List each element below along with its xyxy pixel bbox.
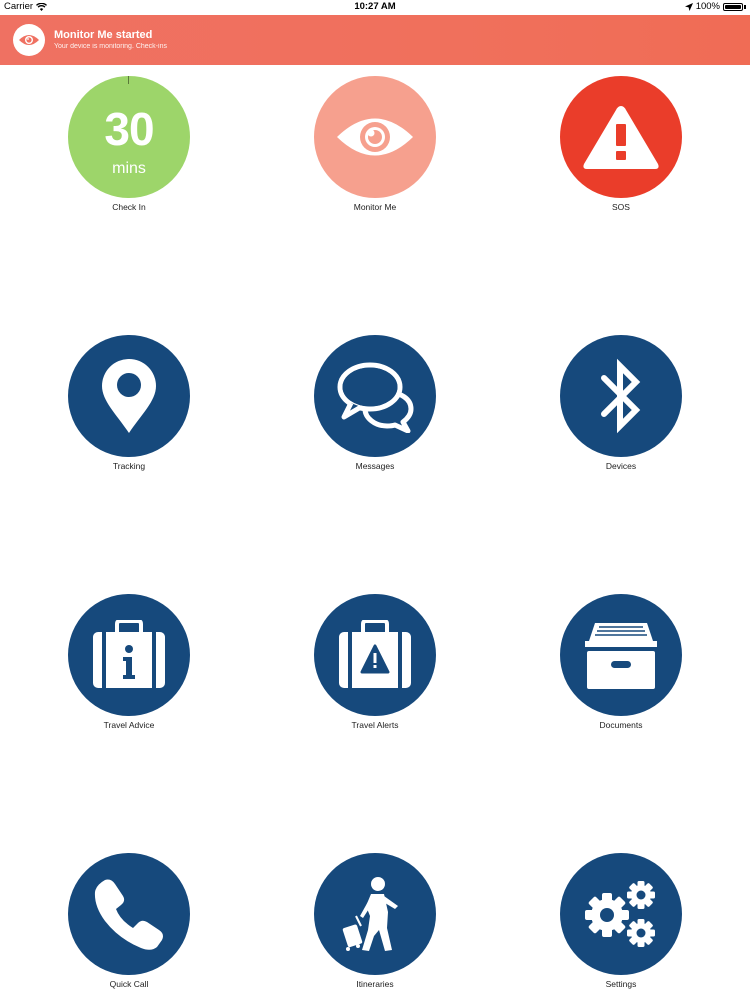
eye-icon [337,118,413,156]
quick-call-label: Quick Call [109,979,149,989]
quick-call-button[interactable] [68,853,190,975]
bluetooth-icon [601,358,641,434]
location-arrow-icon [684,2,693,11]
travel-advice-label: Travel Advice [103,720,155,730]
notification-banner[interactable]: Monitor Me started Your device is monito… [0,15,750,65]
check-in-button[interactable]: 30 mins [68,76,190,198]
status-bar: Carrier 10:27 AM 100% [0,0,750,14]
check-in-minutes: 30 [104,103,154,155]
monitor-me-button[interactable] [314,76,436,198]
chat-bubbles-icon [337,362,414,433]
travel-alerts-button[interactable] [314,594,436,716]
messages-label: Messages [355,461,395,471]
monitor-me-tile[interactable]: Monitor Me [305,76,445,226]
battery-percent: 100% [695,1,720,12]
traveler-icon [342,877,398,951]
briefcase-alert-icon [339,620,411,688]
briefcase-info-icon [93,620,165,688]
tracking-tile[interactable]: Tracking [59,335,199,485]
archive-box-icon [585,623,657,689]
check-in-unit: mins [112,160,146,177]
sos-button[interactable] [560,76,682,198]
battery-cap [744,4,746,9]
phone-icon [94,879,163,950]
settings-button[interactable] [560,853,682,975]
timer-tick [128,76,129,84]
devices-tile[interactable]: Devices [551,335,691,485]
documents-tile[interactable]: Documents [551,594,691,744]
battery-icon [723,2,743,11]
documents-button[interactable] [560,594,682,716]
gears-icon [585,881,655,947]
devices-button[interactable] [560,335,682,457]
battery-group: 100% [684,1,746,12]
travel-advice-button[interactable] [68,594,190,716]
messages-tile[interactable]: Messages [305,335,445,485]
check-in-tile[interactable]: 30 mins Check In [59,76,199,226]
messages-button[interactable] [314,335,436,457]
banner-title: Monitor Me started [54,29,153,41]
sos-label: SOS [612,202,630,212]
quick-call-tile[interactable]: Quick Call [59,853,199,1003]
monitor-me-label: Monitor Me [353,202,397,212]
travel-alerts-label: Travel Alerts [351,720,399,730]
travel-advice-tile[interactable]: Travel Advice [59,594,199,744]
tracking-button[interactable] [68,335,190,457]
warning-icon [583,106,659,169]
tracking-label: Tracking [112,461,146,471]
banner-subtitle: Your device is monitoring. Check-ins [54,43,167,50]
settings-label: Settings [605,979,637,989]
itineraries-tile[interactable]: Itineraries [305,853,445,1003]
eye-icon [13,24,45,56]
itineraries-button[interactable] [314,853,436,975]
sos-tile[interactable]: SOS [551,76,691,226]
devices-label: Devices [605,461,637,471]
settings-tile[interactable]: Settings [551,853,691,1003]
status-time: 10:27 AM [354,1,396,12]
documents-label: Documents [599,720,643,730]
itineraries-label: Itineraries [356,979,394,989]
location-pin-icon [102,359,156,433]
check-in-label: Check In [112,202,146,212]
travel-alerts-tile[interactable]: Travel Alerts [305,594,445,744]
